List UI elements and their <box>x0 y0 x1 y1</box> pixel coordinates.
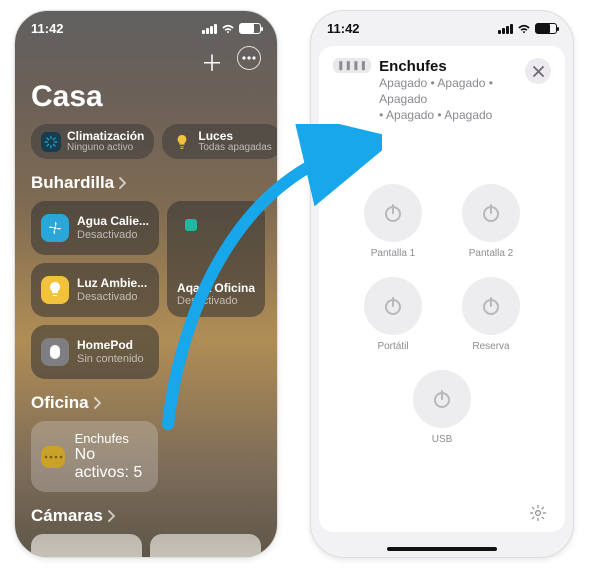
tile-title: Luz Ambie... <box>77 277 147 290</box>
battery-icon <box>535 23 557 34</box>
outlet-pantalla-2[interactable]: Pantalla 2 <box>453 184 529 259</box>
gear-icon <box>529 504 547 522</box>
sensor-icon <box>185 219 197 231</box>
home-indicator[interactable] <box>387 547 497 551</box>
tile-title: HomePod <box>77 339 144 352</box>
bulb-icon <box>49 282 61 298</box>
pill-label: Luces <box>198 130 271 142</box>
sheet-subtitle-1: Apagado • Apagado • Apagado <box>379 75 517 107</box>
tile-luz-ambiente[interactable]: Luz Ambie...Desactivado <box>31 263 159 317</box>
camera-thumb[interactable] <box>150 534 261 558</box>
accessory-sheet: ❚❚❚❚ Enchufes Apagado • Apagado • Apagad… <box>319 46 565 532</box>
more-button[interactable] <box>237 46 261 70</box>
status-indicators <box>498 23 557 34</box>
home-app-screen: 11:42 ＋ Casa ClimatizaciónNinguno activo… <box>14 10 278 558</box>
tile-title: Aqara Oficina <box>177 282 255 295</box>
tile-sub: Desactivado <box>177 295 255 307</box>
pill-label: Climatización <box>67 130 144 142</box>
bulb-icon <box>176 135 188 149</box>
outlet-usb[interactable]: USB <box>413 370 471 445</box>
room-header-oficina[interactable]: Oficina <box>15 393 277 421</box>
tile-sub: Sin contenido <box>77 353 144 365</box>
room-grid-buhardilla: Agua Calie...Desactivado Aqara OficinaDe… <box>15 201 277 393</box>
chevron-right-icon <box>118 177 126 189</box>
wifi-icon <box>517 23 531 34</box>
power-icon <box>430 387 454 411</box>
room-header-camaras[interactable]: Cámaras <box>15 506 277 534</box>
room-header-buhardilla[interactable]: Buhardilla <box>15 173 277 201</box>
room-name: Oficina <box>31 393 89 413</box>
climate-icon <box>44 135 58 149</box>
wifi-icon <box>221 23 235 34</box>
tile-sub: No activos: 5 <box>75 446 148 482</box>
tile-sub: Desactivado <box>77 229 149 241</box>
page-title: Casa <box>15 80 277 124</box>
status-bar: 11:42 <box>15 11 277 40</box>
add-button[interactable]: ＋ <box>201 46 223 78</box>
pill-sub: Todas apagadas <box>198 142 271 153</box>
outlet-pantalla-1[interactable]: Pantalla 1 <box>355 184 431 259</box>
tile-agua-caliente[interactable]: Agua Calie...Desactivado <box>31 201 159 255</box>
tile-enchufes[interactable]: EnchufesNo activos: 5 <box>31 421 158 492</box>
settings-button[interactable] <box>527 502 549 524</box>
outlet-reserva[interactable]: Reserva <box>453 277 529 352</box>
powerstrip-icon <box>41 446 65 468</box>
power-icon <box>381 201 405 225</box>
sheet-header: ❚❚❚❚ Enchufes Apagado • Apagado • Apagad… <box>333 58 551 124</box>
tile-title: Enchufes <box>75 431 148 446</box>
tile-aqara-oficina[interactable]: Aqara OficinaDesactivado <box>167 201 265 317</box>
pill-lights[interactable]: LucesTodas apagadas <box>162 124 277 159</box>
outlet-label: Portátil <box>377 341 408 352</box>
power-icon <box>479 294 503 318</box>
outlet-label: Pantalla 2 <box>469 248 513 259</box>
power-icon <box>381 294 405 318</box>
room-name: Buhardilla <box>31 173 114 193</box>
outlet-portatil[interactable]: Portátil <box>355 277 431 352</box>
pill-sub: Ninguno activo <box>67 142 144 153</box>
battery-icon <box>239 23 261 34</box>
accessory-detail-screen: 11:42 ❚❚❚❚ Enchufes Apagado • Apagado • … <box>310 10 574 558</box>
camera-strip <box>15 534 277 558</box>
header-actions: ＋ <box>15 40 277 80</box>
room-name: Cámaras <box>31 506 103 526</box>
homepod-icon <box>48 344 62 360</box>
camera-thumb[interactable] <box>31 534 142 558</box>
powerstrip-chip-icon: ❚❚❚❚ <box>333 58 371 73</box>
chevron-right-icon <box>93 397 101 409</box>
tile-title: Agua Calie... <box>77 215 149 228</box>
tile-homepod[interactable]: HomePodSin contenido <box>31 325 159 379</box>
outlet-label: Pantalla 1 <box>371 248 415 259</box>
tile-sub: Desactivado <box>77 291 147 303</box>
outlet-grid: Pantalla 1 Pantalla 2 Portátil Reserva U… <box>333 184 551 498</box>
chevron-right-icon <box>107 510 115 522</box>
pill-climate[interactable]: ClimatizaciónNinguno activo <box>31 124 154 159</box>
close-icon <box>533 66 544 77</box>
clock: 11:42 <box>31 21 64 36</box>
sheet-subtitle-2: • Apagado • Apagado <box>379 107 517 123</box>
clock: 11:42 <box>327 21 360 36</box>
cellular-icon <box>498 24 513 34</box>
cellular-icon <box>202 24 217 34</box>
outlet-label: USB <box>432 434 453 445</box>
fan-icon <box>47 220 63 236</box>
category-pills: ClimatizaciónNinguno activo LucesTodas a… <box>15 124 277 173</box>
close-button[interactable] <box>525 58 551 84</box>
power-icon <box>479 201 503 225</box>
outlet-label: Reserva <box>472 341 509 352</box>
status-indicators <box>202 23 261 34</box>
status-bar: 11:42 <box>311 11 573 40</box>
sheet-title: Enchufes <box>379 58 517 75</box>
